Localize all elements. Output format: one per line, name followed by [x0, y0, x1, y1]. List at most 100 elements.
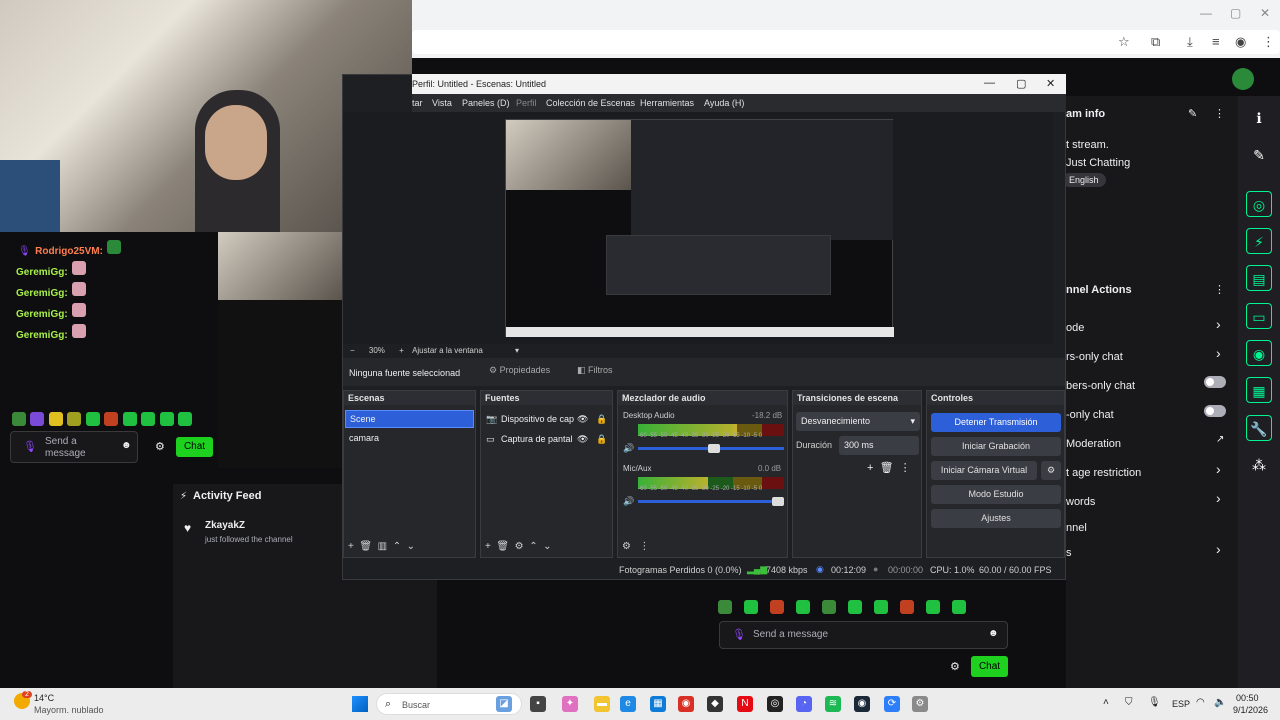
emote-icon[interactable]: [48, 412, 63, 426]
add-icon[interactable]: +: [348, 541, 354, 552]
minimize-button[interactable]: —: [1200, 6, 1212, 20]
menu-icon[interactable]: ⋮: [1262, 34, 1275, 50]
eye-icon[interactable]: 👁: [577, 430, 588, 448]
speaker-icon[interactable]: 🔊: [623, 443, 634, 454]
zoom-out-icon[interactable]: −: [350, 346, 355, 355]
start-record-button[interactable]: Iniciar Grabación: [931, 437, 1061, 456]
clip-icon[interactable]: ◎: [1246, 191, 1272, 217]
add-action-icon[interactable]: ⁂: [1246, 452, 1272, 478]
app-icon-pinned[interactable]: ⟳: [884, 696, 900, 712]
emote-icon[interactable]: [822, 600, 836, 614]
down-icon[interactable]: ⌄: [543, 541, 551, 552]
emoji-icon[interactable]: ☻: [121, 440, 132, 451]
filter-icon[interactable]: ▥: [378, 541, 387, 552]
edge-icon[interactable]: e: [620, 696, 636, 712]
network-icon[interactable]: ⛉: [1125, 697, 1133, 708]
action-item[interactable]: nnel: [1066, 518, 1238, 543]
store-icon[interactable]: ▦: [650, 696, 666, 712]
action-item[interactable]: bers-only chat: [1066, 376, 1238, 405]
duration-input[interactable]: 300 ms: [839, 436, 919, 455]
toggle-switch[interactable]: [1204, 405, 1226, 417]
settings-icon[interactable]: ⚙: [912, 696, 928, 712]
document-icon[interactable]: ▤: [1246, 265, 1272, 291]
up-icon[interactable]: ⌃: [393, 541, 401, 552]
volume-knob[interactable]: [772, 497, 784, 506]
app-icon-pinned[interactable]: ◪: [496, 696, 512, 712]
obs-icon[interactable]: ◎: [767, 696, 783, 712]
transition-select[interactable]: Desvanecimiento ▾: [796, 412, 920, 431]
trash-icon[interactable]: 🗑: [496, 541, 509, 552]
trash-icon[interactable]: 🗑: [880, 462, 894, 474]
app-icon-pinned[interactable]: ◆: [707, 696, 723, 712]
emote-icon[interactable]: [104, 412, 119, 426]
folder-icon[interactable]: ▬: [594, 696, 610, 712]
chat-button-left[interactable]: Chat: [176, 437, 213, 457]
copilot-icon[interactable]: ✦: [562, 696, 578, 712]
menu-item[interactable]: Vista: [432, 98, 452, 108]
filters-button[interactable]: ◧ Filtros: [577, 365, 613, 376]
more-icon[interactable]: ⋮: [1214, 283, 1225, 296]
volume-slider[interactable]: [638, 497, 784, 506]
broadcast-icon[interactable]: ◉: [1246, 340, 1272, 366]
chat-button-right[interactable]: Chat: [971, 656, 1008, 677]
emote-icon[interactable]: [926, 600, 940, 614]
emote-icon[interactable]: [67, 412, 82, 426]
volume-knob[interactable]: [708, 444, 720, 453]
stop-stream-button[interactable]: Detener Transmisión: [931, 413, 1061, 432]
chat-bubble-icon[interactable]: ▭: [1246, 303, 1272, 329]
gear-icon[interactable]: ⚙: [155, 440, 165, 453]
emote-icon[interactable]: [848, 600, 862, 614]
toggle-switch[interactable]: [1204, 376, 1226, 388]
menu-item[interactable]: Colección de Escenas: [546, 98, 635, 108]
action-item[interactable]: s ›: [1066, 541, 1238, 569]
virtual-camera-button[interactable]: Iniciar Cámara Virtual: [931, 461, 1037, 480]
source-item[interactable]: ▭ Captura de pantal 👁 🔒: [481, 430, 612, 448]
volume-icon[interactable]: 🔈: [1214, 697, 1226, 708]
wrench-icon[interactable]: 🔧: [1246, 415, 1272, 441]
mic-icon[interactable]: 🎙: [1148, 697, 1161, 708]
edit-icon[interactable]: ✎: [1188, 107, 1197, 120]
chevron-up-icon[interactable]: ˄: [1103, 697, 1109, 708]
action-item[interactable]: -only chat: [1066, 405, 1238, 434]
chat-input-right[interactable]: 🎙 Send a message ☻: [719, 621, 1008, 649]
account-icon[interactable]: ◉: [1235, 34, 1246, 50]
close-window-button[interactable]: ✕: [1260, 6, 1270, 20]
more-icon[interactable]: ⋮: [639, 541, 649, 552]
action-item[interactable]: ode ›: [1066, 316, 1238, 347]
action-item[interactable]: words ›: [1066, 490, 1238, 518]
menu-item[interactable]: Paneles (D): [462, 98, 510, 108]
scene-item[interactable]: Scene: [345, 410, 474, 428]
menu-item[interactable]: Perfil: [516, 98, 537, 108]
scene-item[interactable]: camara: [345, 430, 474, 448]
chevron-down-icon[interactable]: ▾: [515, 346, 519, 355]
maximize-button[interactable]: ▢: [1016, 77, 1026, 90]
action-item[interactable]: Moderation ↗: [1066, 434, 1238, 463]
maximize-button[interactable]: ▢: [1230, 6, 1241, 20]
emote-icon[interactable]: [796, 600, 810, 614]
language-indicator[interactable]: ESP: [1172, 699, 1190, 709]
source-item[interactable]: 📷 Dispositivo de cap 👁 🔒: [481, 410, 612, 428]
discord-icon[interactable]: ◔: [796, 696, 812, 712]
list-icon[interactable]: ≡: [1212, 34, 1220, 49]
emote-icon[interactable]: [30, 412, 45, 426]
menu-item[interactable]: Ayuda (H): [704, 98, 744, 108]
emote-icon[interactable]: [770, 600, 784, 614]
emoji-icon[interactable]: ☻: [988, 628, 999, 639]
minimize-button[interactable]: —: [984, 77, 995, 89]
star-icon[interactable]: ☆: [1118, 34, 1130, 50]
gear-icon[interactable]: ⚙: [1041, 461, 1061, 480]
menu-item[interactable]: Herramientas: [640, 98, 694, 108]
chat-input-left[interactable]: 🎙 Send a message ☻: [10, 431, 138, 463]
wifi-icon[interactable]: ◠: [1196, 697, 1205, 708]
bolt-icon[interactable]: ⚡: [1246, 228, 1272, 254]
gear-icon[interactable]: ⚙: [515, 541, 524, 552]
profile-icon[interactable]: ⧉: [1151, 34, 1160, 50]
netflix-icon[interactable]: N: [737, 696, 753, 712]
spotify-icon[interactable]: ≋: [825, 696, 841, 712]
menu-item[interactable]: tar: [412, 98, 423, 108]
up-icon[interactable]: ⌃: [529, 541, 537, 552]
app-icon-pinned[interactable]: ▪: [530, 696, 546, 712]
emote-icon[interactable]: [159, 412, 174, 426]
add-icon[interactable]: +: [867, 462, 873, 474]
address-bar[interactable]: [412, 30, 1280, 54]
